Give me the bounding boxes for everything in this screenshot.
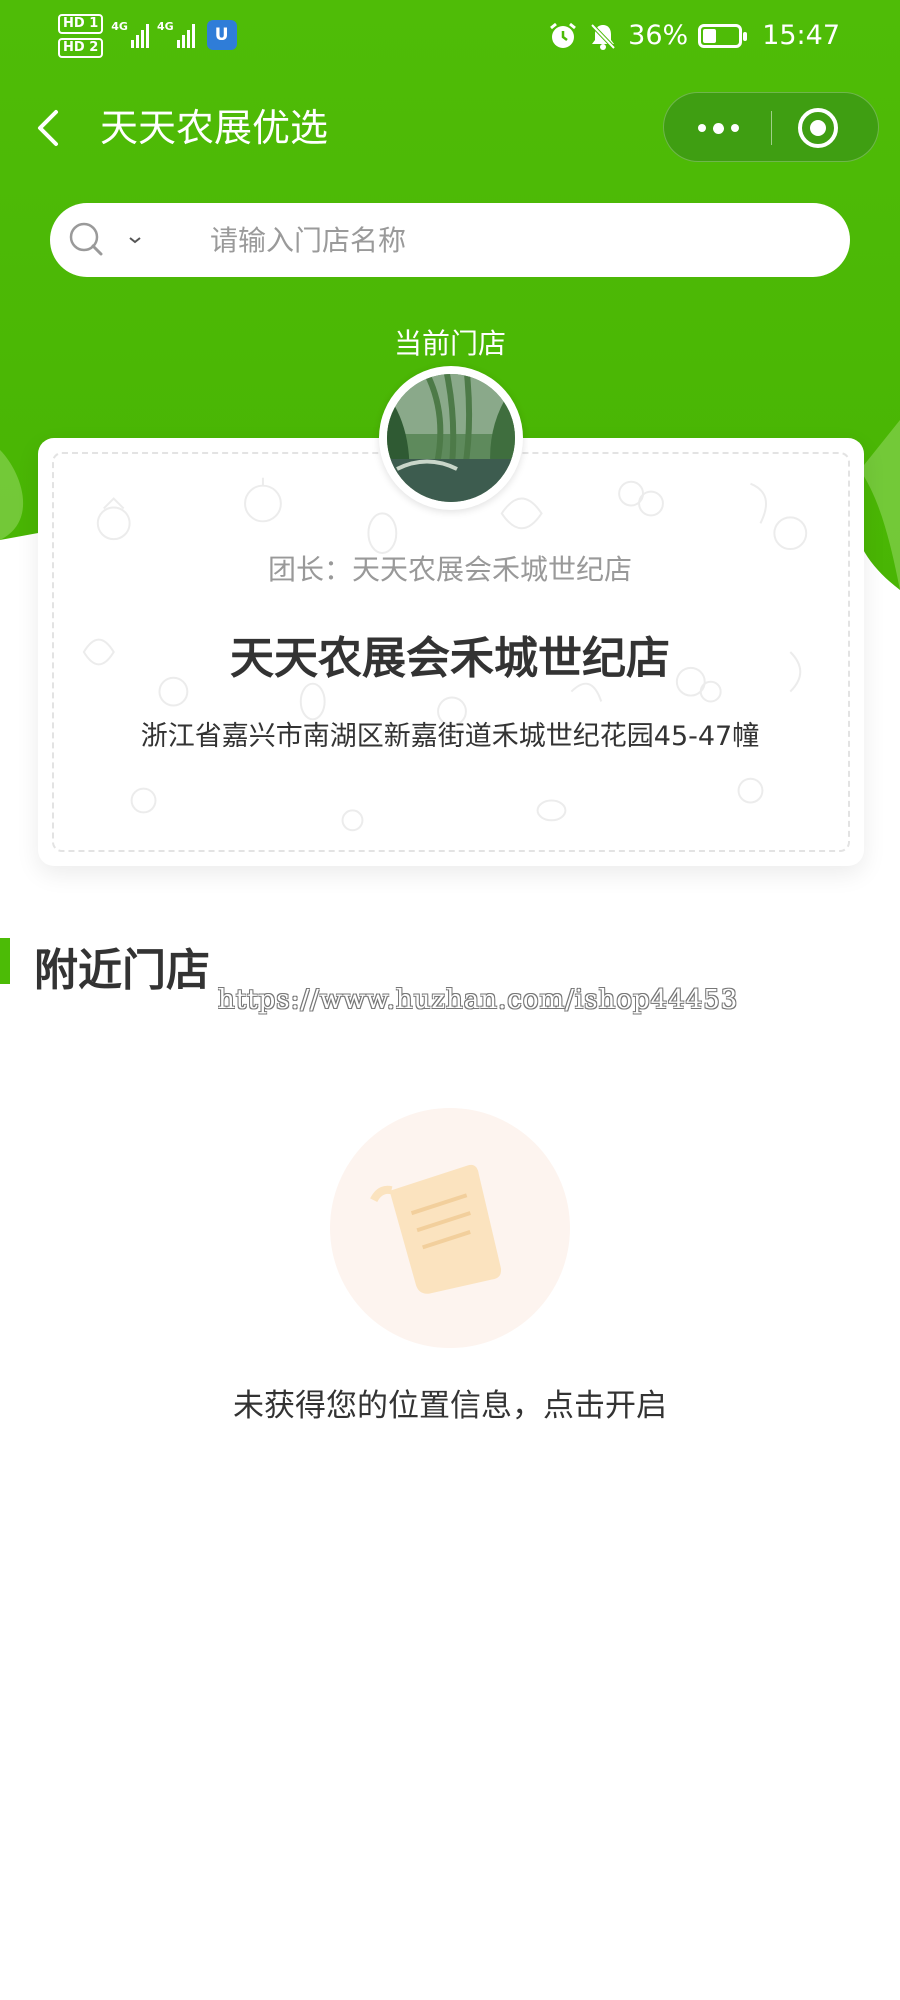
store-avatar bbox=[387, 374, 515, 502]
store-leader: 团长：天天农展会禾城世纪店 bbox=[267, 553, 632, 586]
sim2-badge: HD 2 bbox=[58, 38, 104, 58]
search-bar bbox=[50, 203, 850, 277]
network-type-2: 4G bbox=[156, 20, 174, 33]
sim1-badge: HD 1 bbox=[58, 14, 104, 34]
document-paper-icon bbox=[330, 1108, 570, 1348]
current-store-label: 当前门店 bbox=[393, 327, 506, 360]
signal-bars-icon bbox=[130, 22, 149, 48]
store-address: 浙江省嘉兴市南湖区新嘉街道禾城世纪花园45-47幢 bbox=[140, 721, 760, 752]
battery-icon bbox=[698, 23, 748, 48]
more-dots-icon[interactable] bbox=[664, 93, 772, 163]
chevron-left-icon[interactable] bbox=[30, 106, 70, 150]
watermark-text: https://www.huzhan.com/ishop44453 bbox=[218, 985, 739, 1015]
clock: 15:47 bbox=[762, 20, 840, 51]
app-notification-icon: U bbox=[206, 20, 237, 50]
status-right: 36% 15:47 bbox=[548, 20, 840, 51]
battery-level bbox=[703, 28, 717, 43]
mute-bell-icon bbox=[590, 23, 616, 50]
store-avatar-frame bbox=[379, 366, 523, 510]
signal-1: 4G bbox=[111, 14, 149, 48]
signal-2: 4G bbox=[157, 14, 195, 48]
nearby-stores-title: 附近门店 bbox=[34, 945, 210, 996]
chevron-down-icon[interactable] bbox=[128, 235, 142, 245]
search-icon bbox=[69, 222, 103, 256]
battery-percent: 36% bbox=[628, 20, 689, 51]
status-bar: HD 1 HD 2 4G 4G U 36% 15:47 bbox=[0, 0, 900, 80]
capsule-divider bbox=[771, 111, 772, 145]
network-type-1: 4G bbox=[111, 20, 128, 33]
store-search-input[interactable] bbox=[210, 203, 810, 277]
sim-indicators: HD 1 HD 2 bbox=[58, 14, 104, 58]
store-name: 天天农展会禾城世纪店 bbox=[230, 633, 670, 684]
section-accent-bar bbox=[0, 938, 10, 984]
status-left: HD 1 HD 2 4G 4G U bbox=[58, 14, 237, 58]
page-title: 天天农展优选 bbox=[100, 106, 329, 150]
enable-location-prompt[interactable]: 未获得您的位置信息，点击开启 bbox=[0, 1380, 900, 1425]
navigation-bar: 天天农展优选 bbox=[0, 88, 900, 168]
target-circle-icon[interactable] bbox=[798, 108, 838, 148]
signal-bars-icon bbox=[176, 22, 195, 48]
alarm-icon bbox=[550, 22, 577, 48]
miniprogram-capsule bbox=[663, 92, 879, 162]
